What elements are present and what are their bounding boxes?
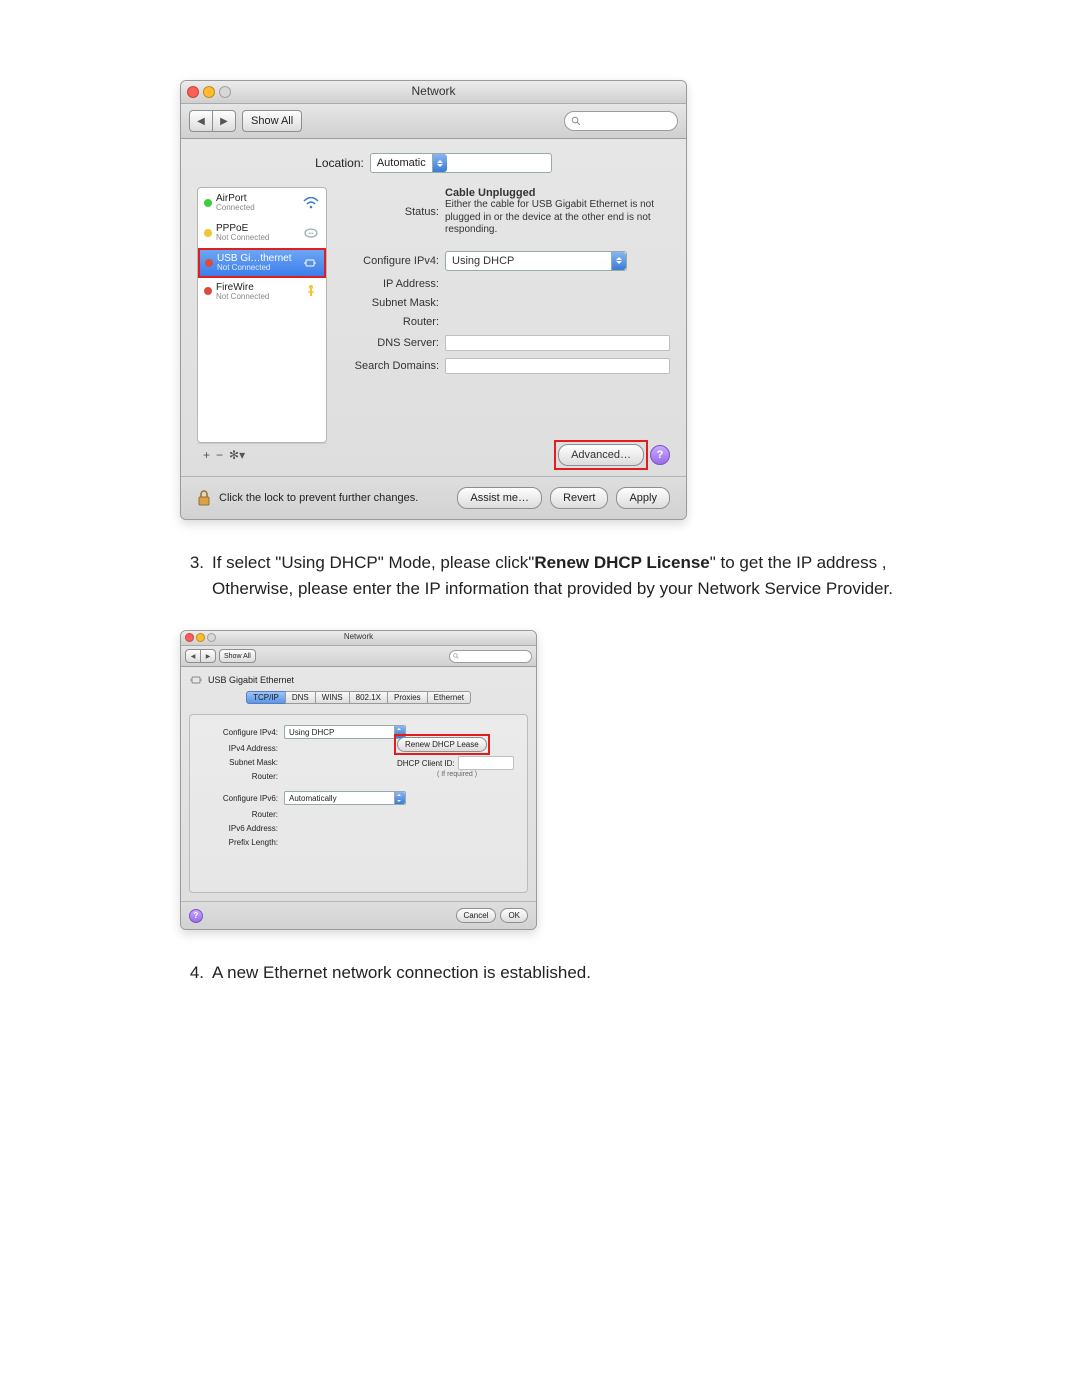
- toolbar: ◀ ▶ Show All: [181, 104, 686, 139]
- window-footer: Click the lock to prevent further change…: [181, 476, 686, 519]
- tabs: TCP/IP DNS WINS 802.1X Proxies Ethernet: [189, 691, 528, 704]
- search-icon: [571, 116, 581, 126]
- network-advanced-window: Network ◀ ▶ Show All USB Gigabit Etherne…: [180, 630, 537, 930]
- ethernet-icon: [189, 675, 203, 685]
- titlebar: Network: [181, 631, 536, 646]
- status-dot-icon: [204, 199, 212, 207]
- doc-step-3: 3. If select "Using DHCP" Mode, please c…: [180, 550, 900, 603]
- status-value: Cable Unplugged: [445, 187, 670, 199]
- ethernet-icon: [301, 257, 319, 269]
- help-button[interactable]: ?: [189, 909, 203, 923]
- sidebar-footer: + − ✻▾: [197, 443, 327, 466]
- configure-ipv4-label: Configure IPv4:: [200, 728, 284, 737]
- firewire-icon: [302, 284, 320, 298]
- service-chip: USB Gigabit Ethernet: [189, 675, 528, 685]
- tcpip-panel: Configure IPv4:Using DHCP IPv4 Address: …: [189, 714, 528, 893]
- search-domains-input[interactable]: [445, 358, 670, 374]
- dns-server-input[interactable]: [445, 335, 670, 351]
- subnet-mask-label: Subnet Mask:: [339, 297, 445, 309]
- location-label: Location:: [315, 156, 364, 170]
- configure-ipv4-label: Configure IPv4:: [339, 255, 445, 267]
- back-button[interactable]: ◀: [185, 649, 200, 663]
- phone-icon: •••: [302, 227, 320, 239]
- wifi-icon: [302, 197, 320, 209]
- window-title: Network: [181, 632, 536, 641]
- search-icon: [453, 653, 459, 659]
- apply-button[interactable]: Apply: [616, 487, 670, 509]
- assist-me-button[interactable]: Assist me…: [457, 487, 542, 509]
- dns-server-label: DNS Server:: [339, 337, 445, 349]
- select-arrows-icon: [432, 154, 447, 172]
- router6-label: Router:: [200, 810, 284, 819]
- lock-text: Click the lock to prevent further change…: [219, 492, 418, 504]
- gear-menu-button[interactable]: ✻▾: [229, 448, 245, 462]
- ok-button[interactable]: OK: [500, 908, 528, 923]
- forward-button[interactable]: ▶: [212, 110, 236, 132]
- back-button[interactable]: ◀: [189, 110, 212, 132]
- select-arrows-icon: [611, 252, 626, 270]
- status-dot-icon: [204, 229, 212, 237]
- search-input[interactable]: [564, 111, 678, 131]
- window-title: Network: [181, 84, 686, 98]
- ip-address-label: IP Address:: [339, 278, 445, 290]
- prefix-length-label: Prefix Length:: [200, 838, 284, 847]
- tab-8021x[interactable]: 802.1X: [349, 691, 388, 704]
- tab-wins[interactable]: WINS: [315, 691, 350, 704]
- ipv4-address-label: IPv4 Address:: [200, 744, 284, 753]
- lock-icon[interactable]: [197, 490, 211, 506]
- sidebar-item-airport[interactable]: AirPortConnected: [198, 188, 326, 218]
- select-arrows-icon: [394, 792, 405, 804]
- titlebar: Network: [181, 81, 686, 104]
- status-note: Either the cable for USB Gigabit Etherne…: [445, 199, 670, 237]
- location-select[interactable]: Automatic: [370, 153, 552, 173]
- ipv6-address-label: IPv6 Address:: [200, 824, 284, 833]
- cancel-button[interactable]: Cancel: [456, 908, 497, 923]
- detail-pane: Status: Cable Unplugged Either the cable…: [339, 187, 670, 466]
- search-domains-label: Search Domains:: [339, 360, 445, 372]
- help-button[interactable]: ?: [650, 445, 670, 465]
- forward-button[interactable]: ▶: [200, 649, 216, 663]
- subnet-mask-label: Subnet Mask:: [200, 758, 284, 767]
- dhcp-client-id-input[interactable]: [458, 756, 514, 770]
- router-label: Router:: [339, 316, 445, 328]
- revert-button[interactable]: Revert: [550, 487, 608, 509]
- sidebar-item-firewire[interactable]: FireWireNot Connected: [198, 277, 326, 307]
- tab-dns[interactable]: DNS: [285, 691, 316, 704]
- router-label: Router:: [200, 772, 284, 781]
- dhcp-client-id-label: DHCP Client ID:: [397, 759, 455, 768]
- configure-ipv4-select[interactable]: Using DHCP: [284, 725, 406, 739]
- if-required-note: ( If required ): [397, 771, 517, 778]
- status-dot-icon: [204, 287, 212, 295]
- advanced-button[interactable]: Advanced…: [558, 444, 644, 466]
- status-dot-icon: [205, 259, 213, 267]
- sidebar-item-usb-ethernet[interactable]: USB Gi…thernetNot Connected: [198, 248, 326, 277]
- tab-proxies[interactable]: Proxies: [387, 691, 428, 704]
- doc-step-4: 4. A new Ethernet network connection is …: [180, 960, 900, 986]
- configure-ipv4-select[interactable]: Using DHCP: [445, 251, 627, 271]
- svg-text:•••: •••: [308, 231, 314, 237]
- tab-ethernet[interactable]: Ethernet: [427, 691, 471, 704]
- status-label: Status:: [339, 206, 445, 218]
- sidebar-item-pppoe[interactable]: PPPoENot Connected •••: [198, 218, 326, 248]
- toolbar: ◀ ▶ Show All: [181, 646, 536, 667]
- services-sidebar: AirPortConnected PPPoENot Connected ••• …: [197, 187, 327, 443]
- network-prefs-window: Network ◀ ▶ Show All Location: Automatic…: [180, 80, 687, 520]
- renew-dhcp-button[interactable]: Renew DHCP Lease: [397, 737, 487, 752]
- configure-ipv6-label: Configure IPv6:: [200, 794, 284, 803]
- configure-ipv6-select[interactable]: Automatically: [284, 791, 406, 805]
- search-input[interactable]: [449, 650, 532, 663]
- remove-service-button[interactable]: −: [216, 448, 223, 462]
- show-all-button[interactable]: Show All: [242, 110, 302, 132]
- tab-tcpip[interactable]: TCP/IP: [246, 691, 286, 704]
- add-service-button[interactable]: +: [203, 448, 210, 462]
- show-all-button[interactable]: Show All: [219, 649, 256, 663]
